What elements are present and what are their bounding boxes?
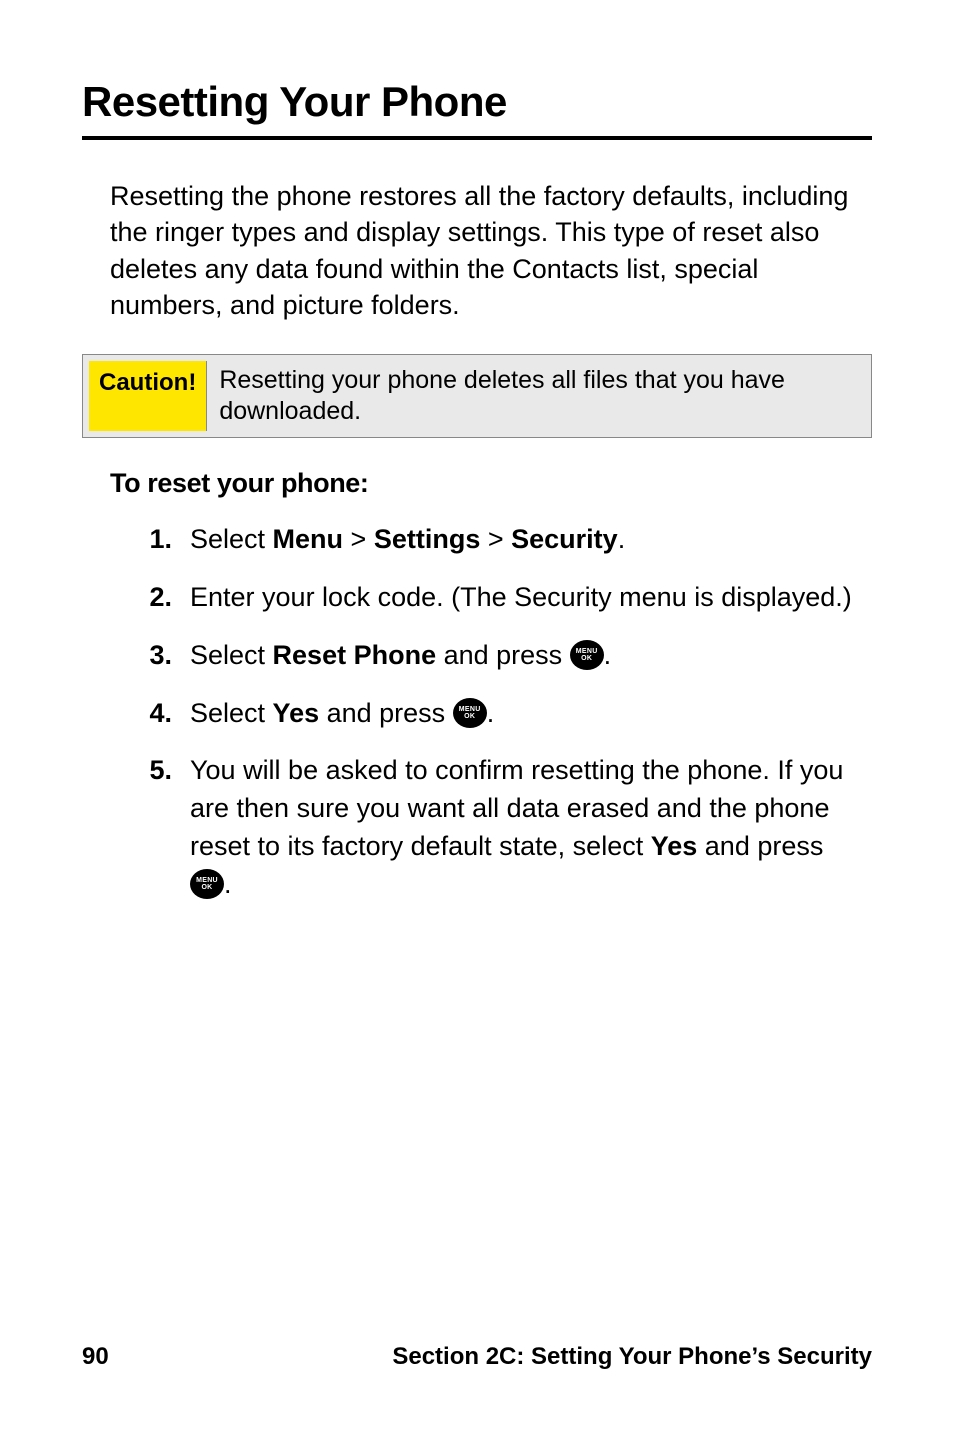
step-3: 3. Select Reset Phone and press MENUOK. bbox=[142, 637, 862, 675]
yes-label: Yes bbox=[273, 698, 320, 728]
section-label: Section 2C: Setting Your Phone’s Securit… bbox=[392, 1343, 872, 1371]
menu-label: Menu bbox=[273, 524, 344, 554]
text-fragment: > bbox=[480, 524, 511, 554]
menu-ok-icon: MENUOK bbox=[190, 869, 224, 899]
reset-phone-label: Reset Phone bbox=[273, 640, 437, 670]
icon-line2: OK bbox=[464, 713, 475, 720]
step-body: Select Menu > Settings > Security. bbox=[190, 521, 862, 559]
icon-line1: MENU bbox=[576, 648, 598, 655]
icon-line1: MENU bbox=[459, 706, 481, 713]
step-number: 5. bbox=[142, 752, 190, 790]
text-fragment: . bbox=[618, 524, 626, 554]
icon-line2: OK bbox=[201, 884, 212, 891]
icon-line2: OK bbox=[581, 655, 592, 662]
page-title: Resetting Your Phone bbox=[82, 78, 872, 140]
step-number: 4. bbox=[142, 695, 190, 733]
text-fragment: > bbox=[343, 524, 374, 554]
settings-label: Settings bbox=[374, 524, 481, 554]
step-4: 4. Select Yes and press MENUOK. bbox=[142, 695, 862, 733]
text-fragment: . bbox=[604, 640, 612, 670]
step-number: 2. bbox=[142, 579, 190, 617]
intro-paragraph: Resetting the phone restores all the fac… bbox=[110, 178, 862, 324]
text-fragment: Select bbox=[190, 524, 273, 554]
step-number: 1. bbox=[142, 521, 190, 559]
caution-text: Resetting your phone deletes all files t… bbox=[213, 355, 871, 438]
step-body: You will be asked to confirm resetting t… bbox=[190, 752, 862, 903]
steps-list: 1. Select Menu > Settings > Security. 2.… bbox=[142, 521, 862, 903]
text-fragment: Select bbox=[190, 698, 273, 728]
text-fragment: . bbox=[224, 869, 232, 899]
text-fragment: and press bbox=[319, 698, 453, 728]
text-fragment: Select bbox=[190, 640, 273, 670]
caution-box: Caution! Resetting your phone deletes al… bbox=[82, 354, 872, 439]
subheading: To reset your phone: bbox=[110, 468, 872, 499]
step-body: Enter your lock code. (The Security menu… bbox=[190, 579, 862, 617]
icon-line1: MENU bbox=[196, 877, 218, 884]
text-fragment: and press bbox=[697, 831, 823, 861]
step-1: 1. Select Menu > Settings > Security. bbox=[142, 521, 862, 559]
step-number: 3. bbox=[142, 637, 190, 675]
step-body: Select Yes and press MENUOK. bbox=[190, 695, 862, 733]
text-fragment: . bbox=[487, 698, 495, 728]
step-2: 2. Enter your lock code. (The Security m… bbox=[142, 579, 862, 617]
step-body: Select Reset Phone and press MENUOK. bbox=[190, 637, 862, 675]
menu-ok-icon: MENUOK bbox=[453, 698, 487, 728]
yes-label: Yes bbox=[651, 831, 698, 861]
text-fragment: and press bbox=[436, 640, 570, 670]
page-footer: 90 Section 2C: Setting Your Phone’s Secu… bbox=[82, 1343, 872, 1371]
menu-ok-icon: MENUOK bbox=[570, 640, 604, 670]
step-5: 5. You will be asked to confirm resettin… bbox=[142, 752, 862, 903]
page-number: 90 bbox=[82, 1343, 109, 1371]
caution-label: Caution! bbox=[89, 361, 207, 432]
security-label: Security bbox=[511, 524, 618, 554]
